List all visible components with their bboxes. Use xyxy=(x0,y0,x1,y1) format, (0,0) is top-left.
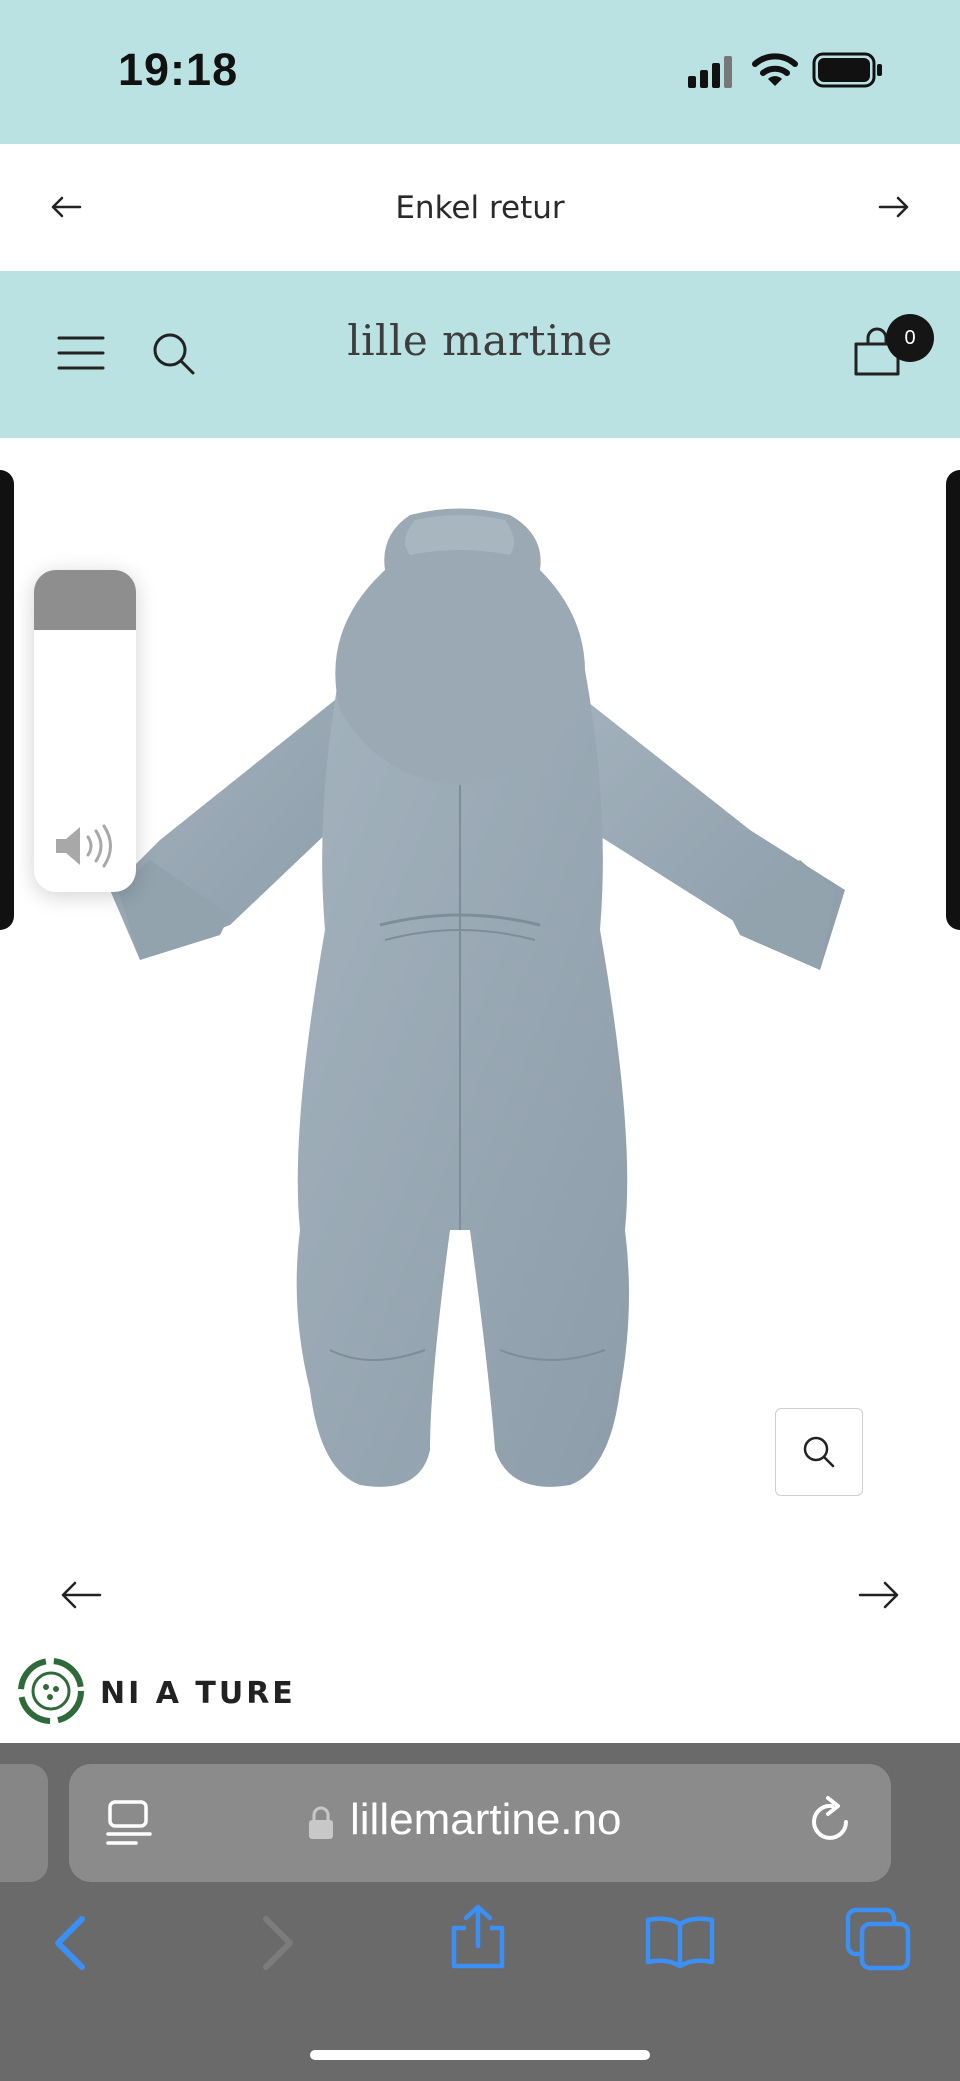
brand-label: NI A TURE xyxy=(100,1676,296,1711)
volume-level-fill xyxy=(34,570,136,630)
recycle-badge-icon xyxy=(18,1658,84,1724)
forward-icon[interactable] xyxy=(262,1915,296,1971)
gallery-prev-icon[interactable] xyxy=(60,1580,102,1610)
product-image[interactable] xyxy=(100,508,860,1500)
share-icon[interactable] xyxy=(450,1904,506,1970)
lock-icon xyxy=(309,1806,333,1839)
zoom-icon xyxy=(803,1436,835,1468)
screen-edge-right xyxy=(946,470,960,930)
bookmarks-icon[interactable] xyxy=(644,1914,716,1969)
reload-icon[interactable] xyxy=(810,1796,856,1848)
announcement-next-icon[interactable] xyxy=(878,196,910,218)
back-icon[interactable] xyxy=(52,1915,86,1971)
home-indicator[interactable] xyxy=(310,2050,650,2060)
url-text[interactable]: lillemartine.no xyxy=(350,1795,621,1845)
status-time: 19:18 xyxy=(118,44,239,95)
site-logo[interactable]: lille martine xyxy=(0,316,960,365)
cellular-signal-icon xyxy=(688,56,732,88)
wifi-icon xyxy=(752,53,798,86)
battery-icon xyxy=(812,52,882,88)
screen-edge-left xyxy=(0,470,14,930)
previous-tab-edge[interactable] xyxy=(0,1764,48,1882)
announcement-text: Enkel retur xyxy=(395,190,565,226)
volume-hud xyxy=(34,570,136,892)
gallery-next-icon[interactable] xyxy=(858,1580,900,1610)
zoom-button[interactable] xyxy=(775,1408,863,1496)
tabs-icon[interactable] xyxy=(845,1907,912,1972)
cart-count-badge[interactable]: 0 xyxy=(886,314,934,362)
reader-mode-icon[interactable] xyxy=(106,1800,152,1846)
speaker-icon xyxy=(56,824,112,868)
